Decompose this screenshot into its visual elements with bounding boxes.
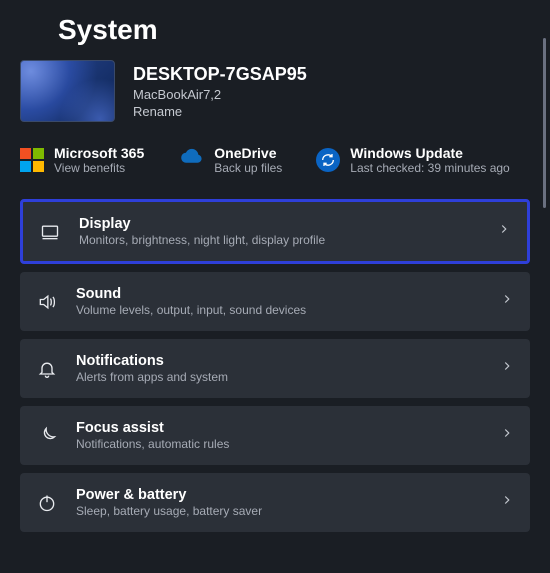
settings-item-focus-assist[interactable]: Focus assist Notifications, automatic ru… (20, 406, 530, 465)
chevron-right-icon (500, 426, 514, 445)
rename-link[interactable]: Rename (133, 104, 307, 119)
settings-item-sound[interactable]: Sound Volume levels, output, input, soun… (20, 272, 530, 331)
update-title: Windows Update (350, 145, 509, 161)
bell-icon (36, 359, 58, 379)
onedrive-link[interactable]: OneDrive Back up files (178, 144, 282, 175)
item-title: Power & battery (76, 487, 482, 503)
ms365-title: Microsoft 365 (54, 145, 144, 161)
display-icon (39, 222, 61, 242)
scrollbar[interactable] (543, 38, 546, 208)
item-sub: Notifications, automatic rules (76, 437, 482, 451)
chevron-right-icon (500, 292, 514, 311)
item-title: Sound (76, 286, 482, 302)
sound-icon (36, 292, 58, 312)
microsoft-logo-icon (20, 148, 44, 172)
update-sub: Last checked: 39 minutes ago (350, 161, 509, 175)
device-info: DESKTOP-7GSAP95 MacBookAir7,2 Rename (133, 64, 307, 119)
settings-list: Display Monitors, brightness, night ligh… (20, 199, 530, 532)
chevron-right-icon (497, 222, 511, 241)
item-sub: Sleep, battery usage, battery saver (76, 504, 482, 518)
page-title: System (0, 0, 550, 60)
windows-update-link[interactable]: Windows Update Last checked: 39 minutes … (316, 144, 509, 175)
windows-update-icon (316, 148, 340, 172)
microsoft-365-link[interactable]: Microsoft 365 View benefits (20, 144, 144, 175)
item-title: Notifications (76, 353, 482, 369)
chevron-right-icon (500, 493, 514, 512)
item-sub: Volume levels, output, input, sound devi… (76, 303, 482, 317)
device-name: DESKTOP-7GSAP95 (133, 64, 307, 85)
power-icon (36, 493, 58, 513)
settings-item-display[interactable]: Display Monitors, brightness, night ligh… (20, 199, 530, 264)
item-title: Focus assist (76, 420, 482, 436)
onedrive-title: OneDrive (214, 145, 282, 161)
item-title: Display (79, 216, 479, 232)
settings-item-power-battery[interactable]: Power & battery Sleep, battery usage, ba… (20, 473, 530, 532)
item-sub: Alerts from apps and system (76, 370, 482, 384)
device-section: DESKTOP-7GSAP95 MacBookAir7,2 Rename (20, 60, 530, 122)
onedrive-sub: Back up files (214, 161, 282, 175)
chevron-right-icon (500, 359, 514, 378)
device-wallpaper-thumb[interactable] (20, 60, 115, 122)
device-model: MacBookAir7,2 (133, 87, 307, 102)
onedrive-cloud-icon (178, 144, 204, 175)
quick-links-row: Microsoft 365 View benefits OneDrive Bac… (20, 144, 530, 175)
item-sub: Monitors, brightness, night light, displ… (79, 233, 479, 247)
settings-item-notifications[interactable]: Notifications Alerts from apps and syste… (20, 339, 530, 398)
ms365-sub: View benefits (54, 161, 144, 175)
moon-icon (36, 426, 58, 446)
